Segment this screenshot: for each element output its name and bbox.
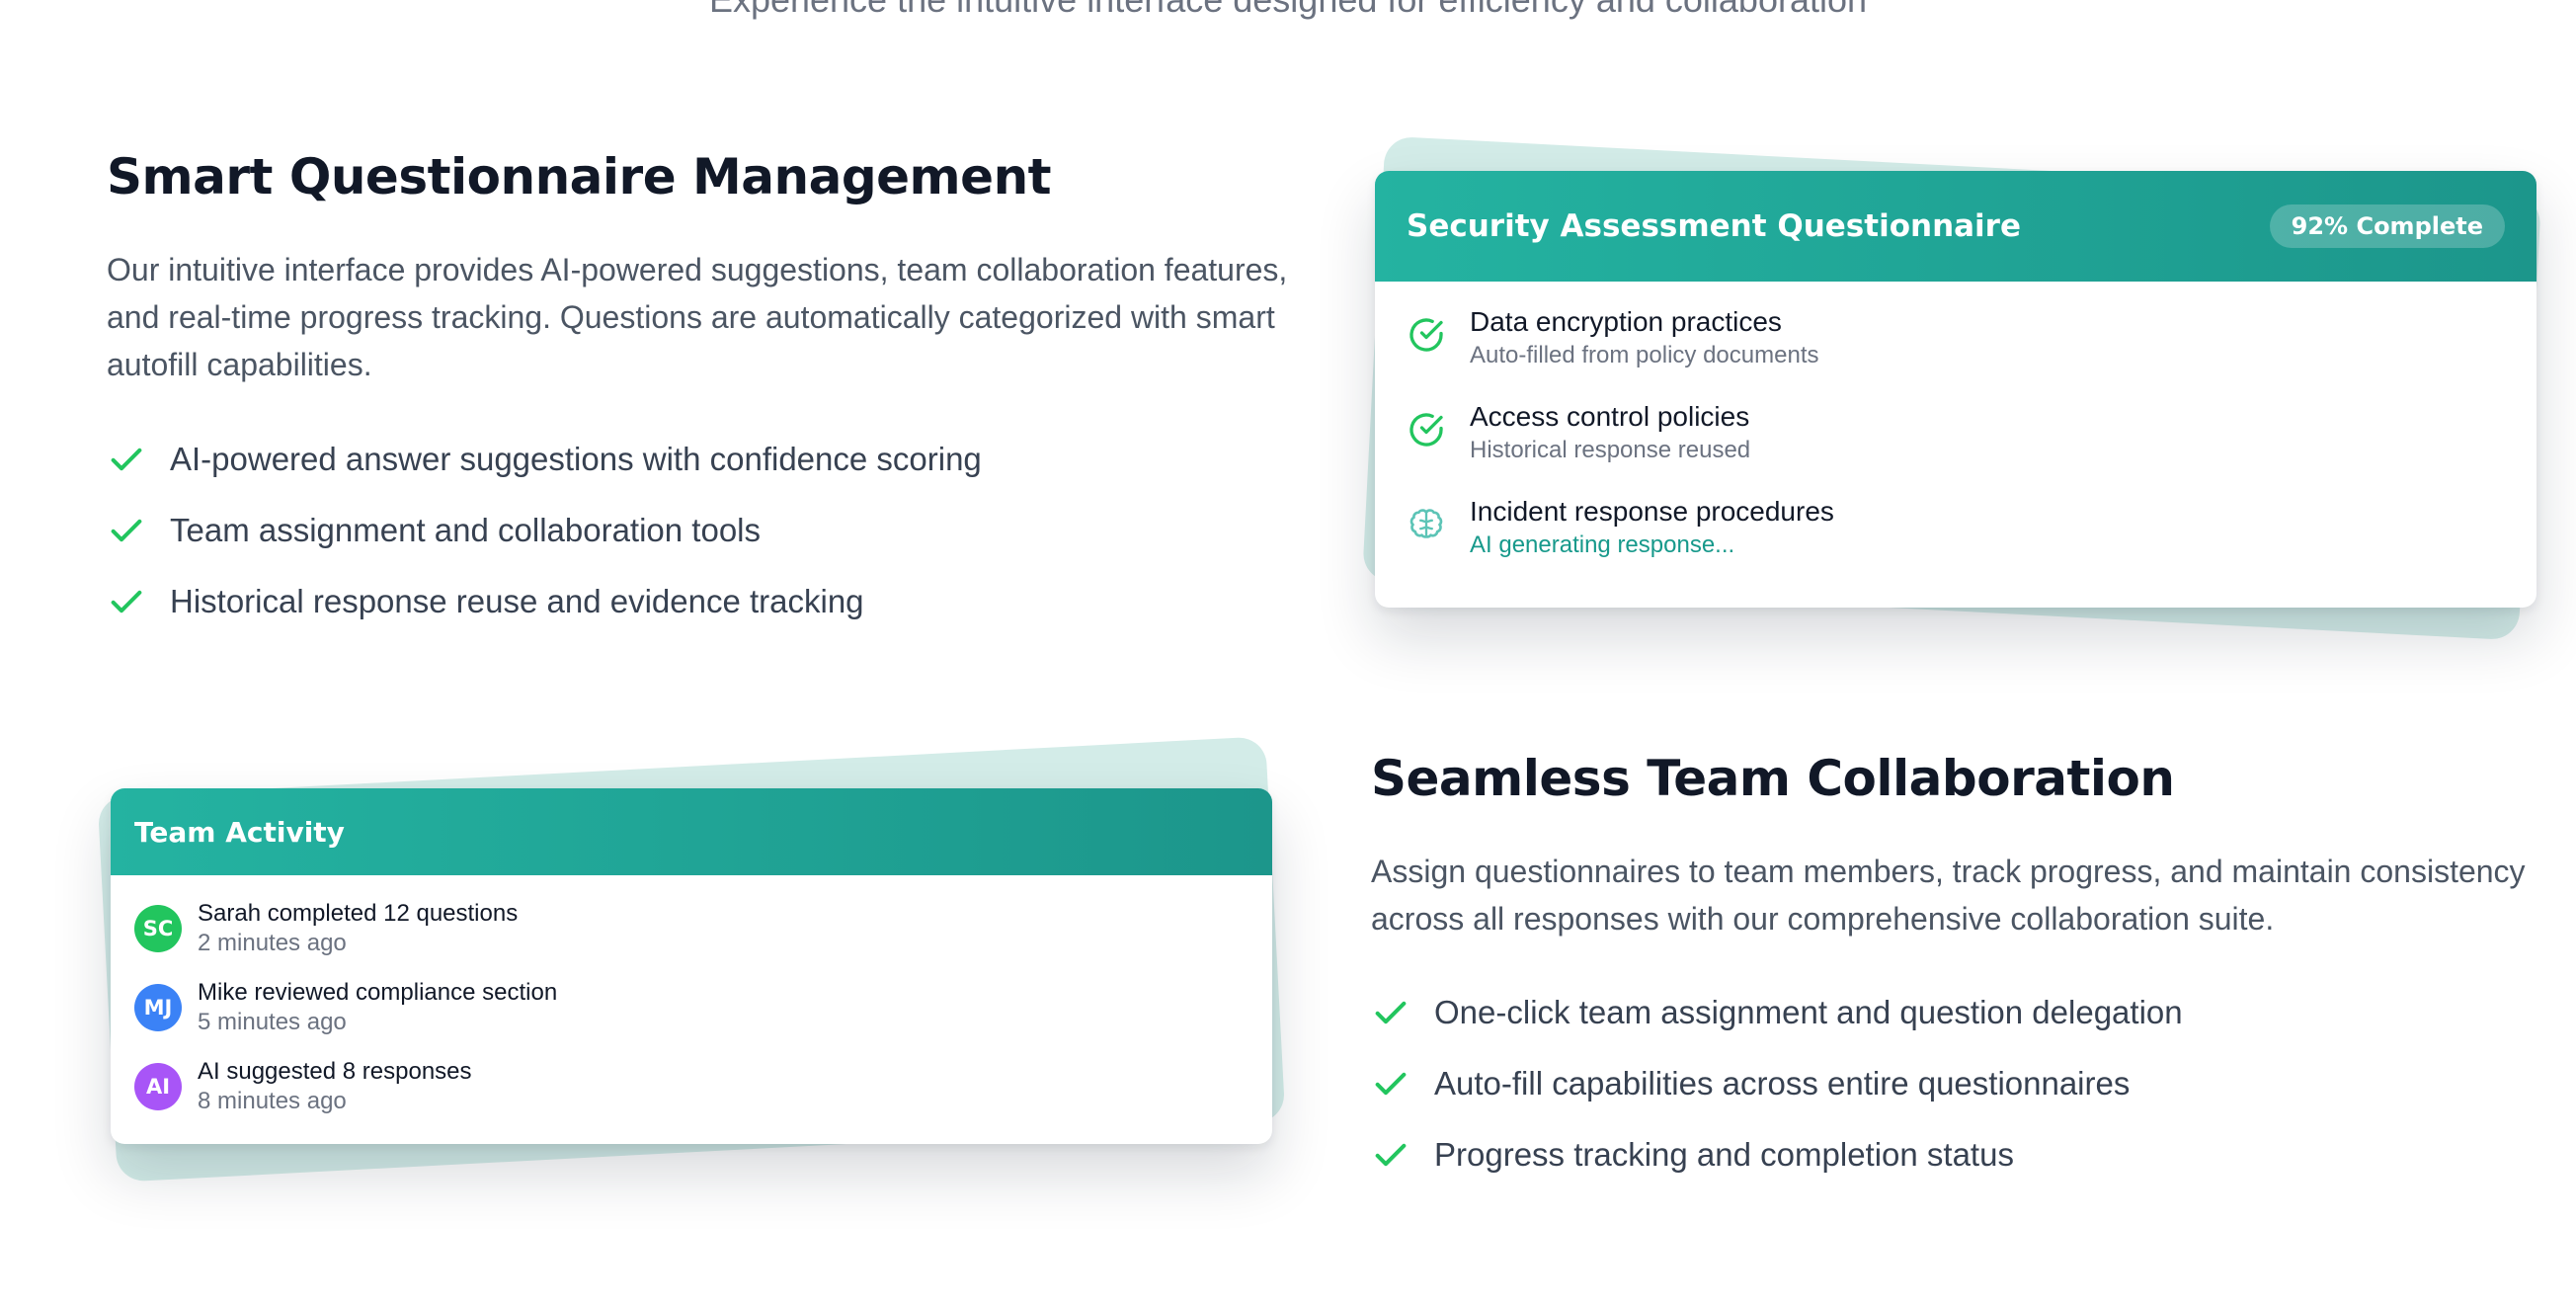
questionnaire-item[interactable]: Access control policies Historical respo… [1407,400,2505,495]
activity-item[interactable]: AI AI suggested 8 responses 8 minutes ag… [134,1047,1248,1126]
team-activity-header: Team Activity [111,788,1272,875]
questionnaire-card-header: Security Assessment Questionnaire 92% Co… [1375,171,2536,282]
activity-time: 8 minutes ago [198,1088,347,1114]
check-circle-icon [1409,413,1443,447]
questionnaire-section-description: Our intuitive interface provides AI-powe… [107,252,1288,382]
collaboration-section-description: Assign questionnaires to team members, t… [1371,854,2526,937]
avatar: AI [134,1063,182,1110]
questionnaire-card-title: Security Assessment Questionnaire [1407,208,2021,244]
questionnaire-item[interactable]: Data encryption practices Auto-filled fr… [1407,305,2505,400]
feature-item: Team assignment and collaboration tools [107,495,982,566]
check-icon [111,590,142,613]
feature-text: Auto-fill capabilities across entire que… [1434,1065,2131,1102]
questionnaire-item-list: Data encryption practices Auto-filled fr… [1375,282,2536,590]
questionnaire-item-title: Access control policies [1470,401,1750,432]
feature-text: One-click team assignment and question d… [1434,994,2183,1030]
progress-badge: 92% Complete [2269,204,2505,248]
team-activity-card[interactable]: Team Activity SC Sarah completed 12 ques… [111,788,1272,1144]
check-circle-icon [1409,318,1443,352]
feature-item: One-click team assignment and question d… [1371,977,2183,1048]
team-activity-title: Team Activity [134,815,345,849]
activity-time: 2 minutes ago [198,930,347,956]
activity-item[interactable]: MJ Mike reviewed compliance section 5 mi… [134,968,1248,1047]
activity-item[interactable]: SC Sarah completed 12 questions 2 minute… [134,889,1248,968]
activity-time: 5 minutes ago [198,1009,347,1035]
check-icon [1375,1143,1407,1167]
brain-icon [1409,509,1443,538]
activity-text: AI suggested 8 responses [198,1058,472,1085]
check-icon [1375,1072,1407,1096]
feature-text: Historical response reuse and evidence t… [170,583,864,619]
questionnaire-card[interactable]: Security Assessment Questionnaire 92% Co… [1375,171,2536,608]
avatar: MJ [134,984,182,1031]
page-subtitle: Experience the intuitive interface desig… [0,0,2576,20]
feature-item: AI-powered answer suggestions with confi… [107,424,982,495]
activity-text: Sarah completed 12 questions [198,900,519,927]
collaboration-section-title: Seamless Team Collaboration [1371,750,2175,807]
activity-text: Mike reviewed compliance section [198,979,558,1006]
check-icon [111,519,142,542]
feature-text: AI-powered answer suggestions with confi… [170,441,982,477]
avatar: SC [134,905,182,952]
questionnaire-item[interactable]: Incident response procedures AI generati… [1407,495,2505,590]
questionnaire-feature-list: AI-powered answer suggestions with confi… [107,424,982,637]
questionnaire-item-title: Data encryption practices [1470,306,1782,337]
questionnaire-item-title: Incident response procedures [1470,496,1834,527]
feature-item: Historical response reuse and evidence t… [107,566,982,637]
questionnaire-section-title: Smart Questionnaire Management [107,148,1052,205]
check-icon [1375,1001,1407,1024]
collaboration-feature-list: One-click team assignment and question d… [1371,977,2183,1190]
feature-item: Progress tracking and completion status [1371,1119,2183,1190]
feature-text: Team assignment and collaboration tools [170,512,762,548]
questionnaire-item-status: AI generating response... [1470,531,1735,558]
activity-list: SC Sarah completed 12 questions 2 minute… [111,875,1272,1126]
questionnaire-item-status: Auto-filled from policy documents [1470,342,1819,368]
feature-item: Auto-fill capabilities across entire que… [1371,1048,2183,1119]
check-icon [111,448,142,471]
feature-text: Progress tracking and completion status [1434,1136,2014,1173]
questionnaire-item-status: Historical response reused [1470,437,1751,463]
